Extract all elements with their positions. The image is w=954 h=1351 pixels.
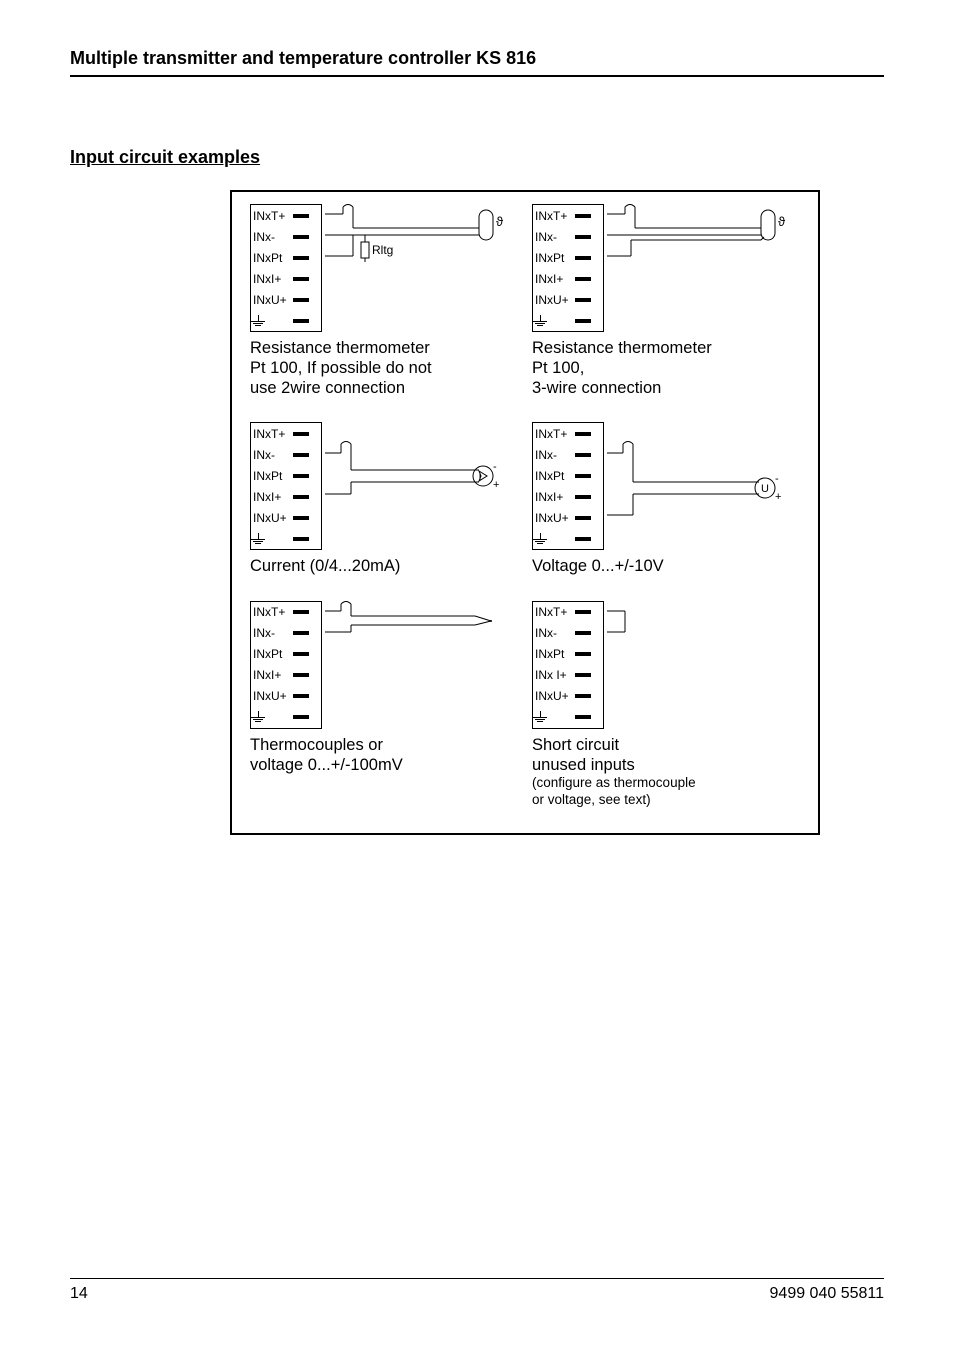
page-header: Multiple transmitter and temperature con… <box>70 48 884 77</box>
terminal-block: INxT+ INx- INxPt INxI+ INxU+ <box>250 204 322 332</box>
schematic-short <box>607 601 667 731</box>
circuit-rtd-2wire: INxT+ INx- INxPt INxI+ INxU+ <box>250 204 518 398</box>
terminal-block: INxT+ INx- INxPt INxI+ INxU+ <box>532 422 604 550</box>
svg-text:I: I <box>479 472 482 483</box>
svg-text:-: - <box>775 473 779 485</box>
svg-text:ϑ: ϑ <box>778 214 786 229</box>
terminal-tick <box>293 319 309 323</box>
schematic-rtd-2wire: Rltg ϑ <box>325 204 515 334</box>
theta-symbol: ϑ <box>496 214 504 229</box>
svg-text:+: + <box>493 479 499 491</box>
header-title: Multiple transmitter and temperature con… <box>70 48 884 69</box>
schematic-rtd-3wire: ϑ <box>607 204 797 334</box>
schematic-thermocouple <box>325 601 515 731</box>
page-number: 14 <box>70 1285 88 1303</box>
terminal-block: INxT+ INx- INxPt INxI+ INxU+ <box>250 601 322 729</box>
terminal-block: INxT+ INx- INxPt INxI+ INxU+ <box>532 204 604 332</box>
svg-text:-: - <box>493 461 497 473</box>
terminal-tick <box>293 214 309 218</box>
document-number: 9499 040 55811 <box>770 1285 884 1303</box>
terminal-tick <box>293 277 309 281</box>
terminal-block: INxT+ INx- INxPt INxI+ INxU+ <box>250 422 322 550</box>
section-heading: Input circuit examples <box>70 147 884 168</box>
circuit-short-unused: INxT+ INx- INxPt INx I+ INxU+ Short circ… <box>532 601 800 809</box>
svg-text:+: + <box>775 491 781 503</box>
schematic-current: - + I <box>325 422 515 552</box>
terminal-tick <box>293 298 309 302</box>
circuit-thermocouple: INxT+ INx- INxPt INxI+ INxU+ <box>250 601 518 809</box>
rltg-label: Rltg <box>372 243 393 257</box>
terminal-tick <box>293 256 309 260</box>
page-footer: 14 9499 040 55811 <box>70 1278 884 1303</box>
terminal-tick <box>293 235 309 239</box>
terminal-block: INxT+ INx- INxPt INx I+ INxU+ <box>532 601 604 729</box>
svg-text:U: U <box>761 483 769 495</box>
circuit-current: INxT+ INx- INxPt INxI+ INxU+ <box>250 422 518 576</box>
circuit-voltage-10v: INxT+ INx- INxPt INxI+ INxU+ <box>532 422 800 576</box>
circuit-rtd-3wire: INxT+ INx- INxPt INxI+ INxU+ <box>532 204 800 398</box>
input-circuit-figure: INxT+ INx- INxPt INxI+ INxU+ <box>230 190 820 835</box>
schematic-voltage: U - + <box>607 422 797 552</box>
